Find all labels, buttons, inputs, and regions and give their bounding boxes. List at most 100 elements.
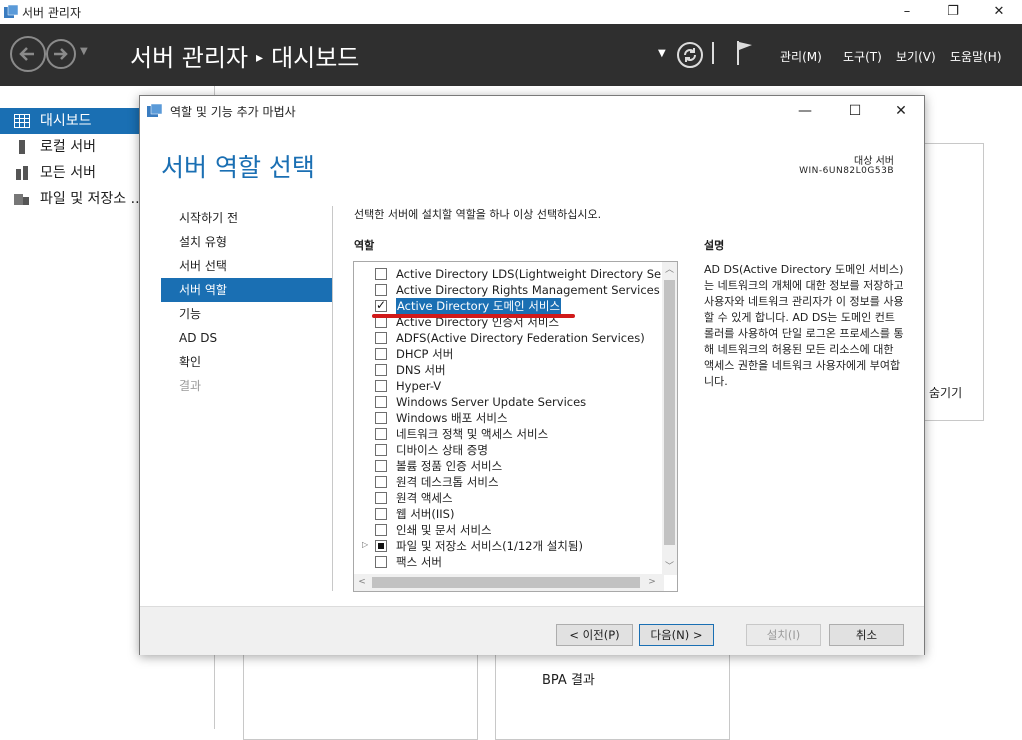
role-item[interactable]: 웹 서버(IIS) — [354, 506, 674, 522]
role-item[interactable]: 인쇄 및 문서 서비스 — [354, 522, 674, 538]
role-label: 원격 액세스 — [396, 491, 453, 505]
dialog-title: 역할 및 기능 추가 마법사 — [170, 105, 296, 119]
menu-help[interactable]: 도움말(H) — [950, 48, 1002, 65]
role-checkbox[interactable] — [375, 396, 387, 408]
step-ad-ds[interactable]: AD DS — [161, 326, 332, 350]
role-item[interactable]: 볼륨 정품 인증 서비스 — [354, 458, 674, 474]
expand-icon[interactable]: ▷ — [362, 540, 368, 549]
roles-vertical-scrollbar[interactable]: ︿ ﹀ — [662, 262, 677, 575]
role-checkbox[interactable] — [375, 284, 387, 296]
background-tile-left — [243, 640, 478, 740]
role-item[interactable]: Active Directory LDS(Lightweight Directo… — [354, 266, 677, 282]
refresh-button[interactable] — [677, 42, 703, 68]
roles-heading: 역할 — [354, 239, 375, 252]
role-checkbox[interactable] — [375, 460, 387, 472]
forward-button[interactable] — [46, 39, 76, 69]
role-item[interactable]: Hyper-V — [354, 378, 674, 394]
role-label: Active Directory 도메인 서비스 — [396, 298, 562, 314]
role-item[interactable]: DNS 서버 — [354, 362, 674, 378]
dialog-close-button[interactable]: ✕ — [884, 100, 918, 122]
page-title: 서버 역할 선택 — [161, 153, 315, 182]
role-item[interactable]: Windows Server Update Services — [354, 394, 674, 410]
wizard-steps: 시작하기 전 설치 유형 서버 선택 서버 역할 기능 AD DS 확인 결과 — [161, 206, 332, 398]
notification-flag-icon[interactable] — [736, 40, 754, 66]
hide-link[interactable]: 숨기기 — [929, 384, 962, 401]
history-dropdown-icon[interactable]: ▼ — [80, 46, 88, 57]
scroll-right-icon[interactable]: > — [644, 574, 660, 591]
role-label: Active Directory LDS(Lightweight Directo… — [396, 267, 678, 281]
role-label: Windows 배포 서비스 — [396, 411, 508, 425]
role-checkbox[interactable] — [375, 298, 387, 312]
back-button[interactable] — [10, 36, 46, 72]
role-checkbox[interactable] — [375, 492, 387, 504]
arrow-left-icon — [19, 47, 34, 61]
target-server-name: WIN-6UN82L0G53B — [799, 166, 894, 176]
horizontal-scroll-thumb[interactable] — [372, 577, 640, 588]
roles-list[interactable]: Active Directory LDS(Lightweight Directo… — [353, 261, 678, 592]
server-manager-app-icon — [4, 4, 19, 18]
role-checkbox[interactable] — [375, 380, 387, 392]
step-installation-type[interactable]: 설치 유형 — [161, 230, 332, 254]
step-server-roles[interactable]: 서버 역할 — [161, 278, 332, 302]
step-confirmation[interactable]: 확인 — [161, 350, 332, 374]
step-before-you-begin[interactable]: 시작하기 전 — [161, 206, 332, 230]
menu-view[interactable]: 보기(V) — [896, 48, 936, 65]
role-label: 볼륨 정품 인증 서비스 — [396, 459, 503, 473]
step-results: 결과 — [179, 379, 202, 393]
next-button[interactable]: 다음(N) > — [639, 624, 714, 646]
role-label: Hyper-V — [396, 379, 442, 393]
role-item[interactable]: 네트워크 정책 및 액세스 서비스 — [354, 426, 674, 442]
scroll-down-icon[interactable]: ﹀ — [662, 559, 677, 575]
role-item[interactable]: Windows 배포 서비스 — [354, 410, 674, 426]
scroll-left-icon[interactable]: < — [354, 574, 370, 591]
role-label: 팩스 서버 — [396, 555, 442, 569]
role-checkbox[interactable] — [375, 508, 387, 520]
menu-manage[interactable]: 관리(M) — [780, 48, 822, 65]
role-checkbox[interactable] — [375, 444, 387, 456]
role-checkbox[interactable] — [375, 524, 387, 536]
role-item[interactable]: Active Directory Rights Management Servi… — [354, 282, 674, 298]
role-checkbox[interactable] — [375, 540, 387, 552]
close-button[interactable]: ✕ — [976, 0, 1022, 24]
role-checkbox[interactable] — [375, 428, 387, 440]
role-label: ADFS(Active Directory Federation Service… — [396, 331, 645, 345]
role-checkbox[interactable] — [375, 476, 387, 488]
role-checkbox[interactable] — [375, 364, 387, 376]
notification-dropdown-icon[interactable]: ▼ — [658, 48, 666, 59]
roles-horizontal-scrollbar[interactable]: < > — [354, 574, 664, 591]
previous-button[interactable]: < 이전(P) — [556, 624, 633, 646]
role-checkbox[interactable] — [375, 556, 387, 568]
role-checkbox[interactable] — [375, 332, 387, 344]
role-item[interactable]: 디바이스 상태 증명 — [354, 442, 674, 458]
breadcrumb-root[interactable]: 서버 관리자 — [130, 44, 248, 72]
scroll-up-icon[interactable]: ︿ — [662, 262, 677, 278]
role-label: 디바이스 상태 증명 — [396, 443, 488, 457]
role-label: Windows Server Update Services — [396, 395, 587, 409]
role-item[interactable]: DHCP 서버 — [354, 346, 674, 362]
menu-tools[interactable]: 도구(T) — [843, 48, 882, 65]
dialog-maximize-button[interactable]: ☐ — [838, 100, 872, 122]
vertical-scroll-thumb[interactable] — [664, 280, 675, 545]
role-checkbox[interactable] — [375, 348, 387, 360]
role-item[interactable]: ADFS(Active Directory Federation Service… — [354, 330, 674, 346]
role-item[interactable]: 팩스 서버 — [354, 554, 674, 570]
bpa-results-link[interactable]: BPA 결과 — [542, 669, 595, 688]
role-item[interactable]: Active Directory 도메인 서비스 — [354, 298, 674, 314]
role-label: 파일 및 저장소 서비스(1/12개 설치됨) — [396, 539, 583, 553]
dialog-minimize-button[interactable]: — — [788, 100, 822, 122]
minimize-button[interactable]: – — [884, 0, 930, 24]
cancel-button[interactable]: 취소 — [829, 624, 904, 646]
sidebar-item-label: 파일 및 저장소 ... — [40, 191, 144, 207]
role-item[interactable]: ▷ 파일 및 저장소 서비스(1/12개 설치됨) — [354, 538, 674, 554]
step-features[interactable]: 기능 — [161, 302, 332, 326]
role-checkbox[interactable] — [375, 268, 387, 280]
role-label: 네트워크 정책 및 액세스 서비스 — [396, 427, 549, 441]
target-server-label: 대상 서버 — [854, 156, 894, 167]
breadcrumb: 서버 관리자 ▸ 대시보드 — [130, 38, 359, 73]
maximize-button[interactable]: ❐ — [930, 0, 976, 24]
role-checkbox[interactable] — [375, 412, 387, 424]
role-item[interactable]: 원격 액세스 — [354, 490, 674, 506]
role-label: 인쇄 및 문서 서비스 — [396, 523, 492, 537]
role-item[interactable]: 원격 데스크톱 서비스 — [354, 474, 674, 490]
step-server-selection[interactable]: 서버 선택 — [161, 254, 332, 278]
